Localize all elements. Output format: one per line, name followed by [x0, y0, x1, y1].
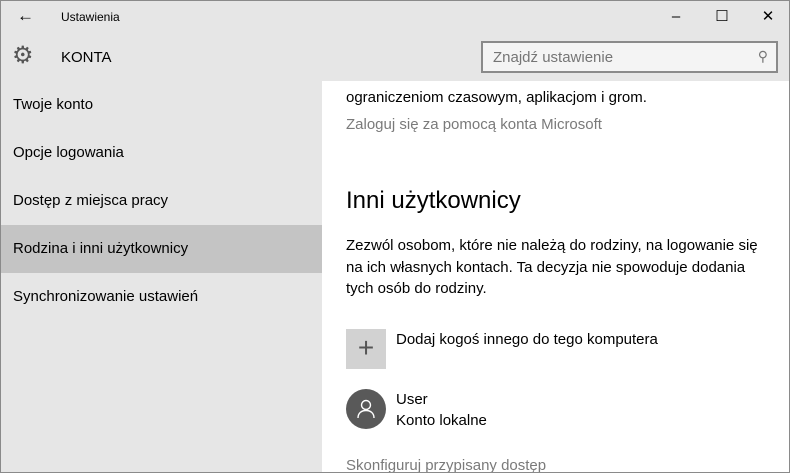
back-arrow-icon[interactable]: ← [17, 6, 34, 26]
family-description: ograniczeniom czasowym, aplikacjom i gro… [346, 89, 647, 106]
person-icon [357, 399, 375, 419]
sidebar-item-rodzina[interactable]: Rodzina i inni użytkownicy [1, 225, 322, 273]
search-box[interactable]: ⚲ [481, 41, 778, 73]
sidebar-item-twoje-konto[interactable]: Twoje konto [1, 81, 322, 129]
window-title: Ustawienia [61, 10, 120, 24]
user-account-type: Konto lokalne [396, 412, 487, 429]
sidebar: Twoje konto Opcje logowania Dostęp z mie… [1, 81, 322, 472]
microsoft-login-link[interactable]: Zaloguj się za pomocą konta Microsoft [346, 116, 602, 133]
sidebar-item-opcje-logowania[interactable]: Opcje logowania [1, 129, 322, 177]
others-description: Zezwól osobom, które nie należą do rodzi… [346, 237, 758, 297]
assigned-access-link[interactable]: Skonfiguruj przypisany dostęp [346, 457, 546, 472]
page-header: ⚙ KONTA ⚲ [1, 33, 789, 81]
settings-window: ← Ustawienia – ☐ ✕ ⚙ KONTA ⚲ Twoje konto… [0, 0, 790, 473]
sidebar-item-dostep-z-pracy[interactable]: Dostęp z miejsca pracy [1, 177, 322, 225]
title-bar: ← Ustawienia – ☐ ✕ [1, 1, 789, 33]
search-icon[interactable]: ⚲ [758, 48, 768, 65]
minimize-button[interactable]: – [653, 5, 699, 29]
sidebar-item-synchronizowanie[interactable]: Synchronizowanie ustawień [1, 273, 322, 321]
user-avatar[interactable] [346, 389, 386, 429]
close-button[interactable]: ✕ [745, 5, 789, 29]
page-title: KONTA [61, 49, 112, 66]
user-name[interactable]: User [396, 391, 428, 408]
gear-icon: ⚙ [12, 42, 34, 69]
maximize-button[interactable]: ☐ [699, 5, 745, 29]
add-user-label[interactable]: Dodaj kogoś innego do tego komputera [396, 331, 658, 348]
main-content: ograniczeniom czasowym, aplikacjom i gro… [322, 81, 789, 472]
others-heading: Inni użytkownicy [346, 187, 521, 214]
add-user-button[interactable]: + [346, 329, 386, 369]
plus-icon: + [357, 332, 375, 363]
search-input[interactable] [483, 43, 743, 71]
